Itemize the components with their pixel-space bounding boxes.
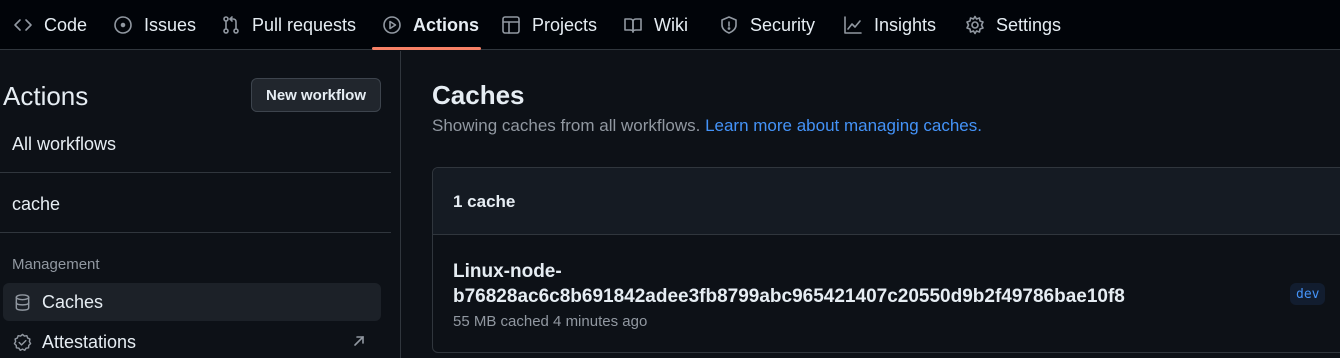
actions-sidebar: Actions New workflow All workflows cache… — [0, 51, 401, 358]
verified-icon — [11, 331, 33, 353]
cache-key[interactable]: Linux-node- b76828ac6c8b691842adee3fb879… — [453, 259, 1125, 309]
tab-insights-label: Insights — [874, 14, 937, 35]
sidebar-item-caches[interactable]: Caches — [3, 283, 381, 321]
tab-security[interactable]: Security — [718, 0, 815, 50]
learn-more-link[interactable]: Learn more about managing caches. — [705, 116, 982, 135]
git-pull-request-icon — [220, 14, 242, 36]
tab-pull-requests[interactable]: Pull requests — [220, 0, 356, 50]
branch-badge[interactable]: dev — [1290, 283, 1326, 305]
cache-key-line-2: b76828ac6c8b691842adee3fb8799abc96542140… — [453, 286, 1125, 307]
sidebar-divider — [0, 172, 391, 173]
tab-actions[interactable]: Actions — [381, 0, 479, 50]
table-icon — [500, 14, 522, 36]
tab-projects[interactable]: Projects — [500, 0, 597, 50]
tab-code-label: Code — [44, 14, 88, 35]
play-icon — [381, 14, 403, 36]
link-external-icon — [351, 333, 367, 349]
tab-wiki[interactable]: Wiki — [622, 0, 688, 50]
page-description: Showing caches from all workflows. Learn… — [432, 116, 982, 136]
sidebar-item-attestations[interactable]: Attestations — [3, 323, 381, 358]
tab-settings[interactable]: Settings — [964, 0, 1061, 50]
book-icon — [622, 14, 644, 36]
cache-meta: 55 MB cached 4 minutes ago — [453, 313, 648, 330]
database-icon — [11, 291, 33, 313]
new-workflow-button[interactable]: New workflow — [251, 78, 381, 112]
tab-issues[interactable]: Issues — [112, 0, 196, 50]
management-heading: Management — [12, 256, 100, 273]
cache-key-line-1: Linux-node- — [453, 261, 562, 282]
tab-wiki-label: Wiki — [654, 14, 688, 35]
tab-actions-label: Actions — [413, 14, 480, 35]
sidebar-title: Actions — [3, 81, 89, 111]
page-title: Caches — [432, 80, 525, 110]
graph-icon — [842, 14, 864, 36]
sidebar-item-attestations-label: Attestations — [42, 331, 137, 352]
tab-security-label: Security — [750, 14, 816, 35]
sidebar-item-caches-label: Caches — [42, 291, 104, 312]
cache-list-header: 1 cache — [433, 168, 1340, 235]
shield-icon — [718, 14, 740, 36]
tab-insights[interactable]: Insights — [842, 0, 936, 50]
tab-pull-requests-label: Pull requests — [252, 14, 357, 35]
sidebar-item-cache-workflow[interactable]: cache — [12, 194, 60, 215]
selected-tab-indicator — [372, 47, 481, 50]
tab-code[interactable]: Code — [12, 0, 87, 50]
repo-nav: Code Issues Pull requests Actions Projec… — [0, 0, 1340, 50]
sidebar-divider — [0, 232, 391, 233]
tab-issues-label: Issues — [144, 14, 197, 35]
code-icon — [12, 14, 34, 36]
cache-count: 1 cache — [453, 192, 516, 211]
gear-icon — [964, 14, 986, 36]
tab-projects-label: Projects — [532, 14, 598, 35]
tab-settings-label: Settings — [996, 14, 1062, 35]
cache-list: 1 cache Linux-node- b76828ac6c8b691842ad… — [432, 167, 1340, 353]
issue-opened-icon — [112, 14, 134, 36]
sidebar-item-all-workflows[interactable]: All workflows — [12, 134, 116, 155]
description-text: Showing caches from all workflows. — [432, 116, 701, 135]
